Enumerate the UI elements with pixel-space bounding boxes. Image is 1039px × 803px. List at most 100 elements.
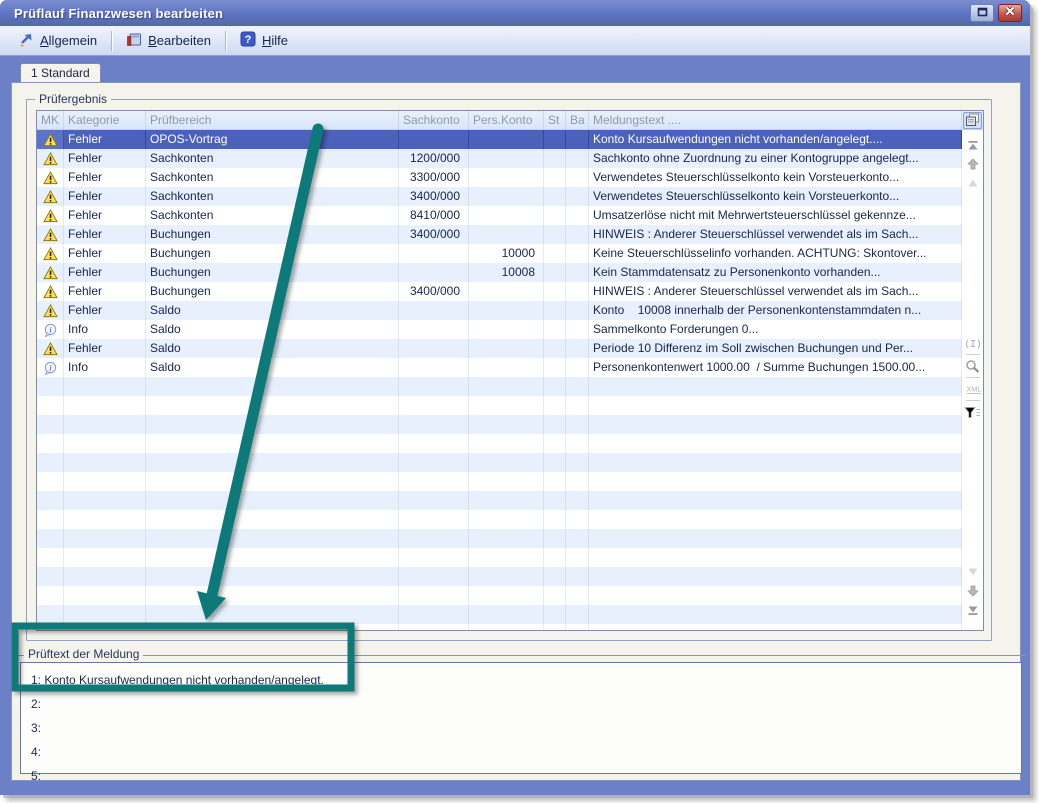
warning-icon [37, 282, 64, 301]
move-down-icon[interactable] [964, 583, 982, 599]
cell [544, 453, 566, 472]
cell [544, 472, 566, 491]
toolbar-button-bearbeiten[interactable]: Bearbeiten [118, 28, 219, 53]
toolbar-button-allgemein[interactable]: Allgemein [10, 28, 105, 53]
cell [544, 339, 566, 358]
cell [589, 491, 962, 510]
brackets-icon[interactable]: (I) [964, 335, 982, 351]
cell [146, 415, 399, 434]
table-row[interactable]: FehlerSachkonten1200/000Sachkonto ohne Z… [37, 149, 962, 168]
copy-icon[interactable] [963, 112, 982, 129]
cell [566, 567, 589, 586]
cell [544, 225, 566, 244]
arrow-up-right-icon [18, 31, 34, 50]
column-header-0[interactable]: MK [37, 111, 64, 129]
cell: Fehler [64, 225, 146, 244]
cell: Sachkonten [146, 187, 399, 206]
table-row[interactable]: FehlerBuchungen3400/000HINWEIS : Anderer… [37, 282, 962, 301]
table-row-empty[interactable] [37, 472, 962, 491]
toolbar-button-hilfe[interactable]: ?Hilfe [232, 28, 296, 53]
column-header-6[interactable]: Ba [566, 111, 589, 129]
cell [589, 567, 962, 586]
cell [566, 263, 589, 282]
table-row[interactable]: FehlerSachkonten8410/000Umsatzerlöse nic… [37, 206, 962, 225]
column-header-5[interactable]: St [544, 111, 566, 129]
table-row[interactable]: FehlerBuchungen10000Keine Steuerschlüsse… [37, 244, 962, 263]
cell: Sachkonten [146, 149, 399, 168]
magnifier-icon[interactable] [964, 358, 982, 374]
table-row-empty[interactable] [37, 434, 962, 453]
table-row-empty[interactable] [37, 548, 962, 567]
cell [37, 472, 64, 491]
table-row[interactable]: FehlerBuchungen3400/000HINWEIS : Anderer… [37, 225, 962, 244]
cell [566, 149, 589, 168]
table-row-empty[interactable] [37, 529, 962, 548]
xml-icon[interactable]: XML [964, 381, 982, 397]
move-down-faint-icon[interactable] [964, 564, 982, 580]
cell: Fehler [64, 282, 146, 301]
table-row[interactable]: iInfoSaldoSammelkonto Forderungen 0... [37, 320, 962, 339]
cell [399, 301, 469, 320]
message-text-panel[interactable]: 1: Konto Kursaufwendungen nicht vorhande… [20, 662, 1022, 774]
table-row[interactable]: FehlerOPOS-VortragKonto Kursaufwendungen… [37, 130, 962, 149]
message-line: 5: [31, 764, 1021, 788]
restore-button[interactable] [970, 4, 994, 22]
cell [544, 263, 566, 282]
cell: Saldo [146, 339, 399, 358]
cell: Saldo [146, 320, 399, 339]
scroll-top-icon[interactable] [964, 137, 982, 153]
cell [399, 605, 469, 624]
cell [469, 206, 544, 225]
table-row-empty[interactable] [37, 453, 962, 472]
filter-icon[interactable] [964, 404, 982, 420]
column-header-1[interactable]: Kategorie [64, 111, 146, 129]
table-row-empty[interactable] [37, 377, 962, 396]
cell [566, 320, 589, 339]
table-row-empty[interactable] [37, 605, 962, 624]
table-row[interactable]: FehlerBuchungen10008Kein Stammdatensatz … [37, 263, 962, 282]
table-row[interactable]: FehlerSaldoPeriode 10 Differenz im Soll … [37, 339, 962, 358]
cell: Personenkontenwert 1000.00 / Summe Buchu… [589, 358, 962, 377]
column-header-3[interactable]: Sachkonto [399, 111, 469, 129]
cell [544, 567, 566, 586]
result-table: MKKategoriePrüfbereichSachkontoPers.Kont… [36, 110, 984, 631]
table-row-empty[interactable] [37, 415, 962, 434]
tab-standard[interactable]: 1 Standard [20, 63, 101, 83]
move-up-faint-icon[interactable] [964, 175, 982, 191]
table-row[interactable]: FehlerSaldoKonto 10008 innerhalb der Per… [37, 301, 962, 320]
table-row[interactable]: FehlerSachkonten3400/000Verwendetes Steu… [37, 187, 962, 206]
cell [146, 548, 399, 567]
close-button[interactable] [998, 4, 1022, 22]
column-header-4[interactable]: Pers.Konto [469, 111, 544, 129]
table-row-empty[interactable] [37, 586, 962, 605]
cell [469, 130, 544, 149]
groupbox-topline [16, 655, 1026, 656]
message-line: 4: [31, 740, 1021, 764]
table-row-empty[interactable] [37, 624, 962, 630]
move-up-icon[interactable] [964, 156, 982, 172]
cell: Info [64, 358, 146, 377]
table-row-empty[interactable] [37, 567, 962, 586]
table-row[interactable]: FehlerSachkonten3300/000Verwendetes Steu… [37, 168, 962, 187]
table-row-empty[interactable] [37, 396, 962, 415]
scroll-bottom-icon[interactable] [964, 602, 982, 618]
column-header-7[interactable]: Meldungstext .... [589, 111, 962, 129]
cell [37, 567, 64, 586]
cell [399, 510, 469, 529]
table-row-empty[interactable] [37, 510, 962, 529]
cell [469, 415, 544, 434]
cell: OPOS-Vortrag [146, 130, 399, 149]
strip-divider [966, 354, 980, 355]
column-header-2[interactable]: Prüfbereich [146, 111, 399, 129]
cell [399, 586, 469, 605]
table-row[interactable]: iInfoSaldoPersonenkontenwert 1000.00 / S… [37, 358, 962, 377]
toolbar-button-label: Hilfe [262, 33, 288, 48]
cell [399, 529, 469, 548]
table-row-empty[interactable] [37, 491, 962, 510]
cell [399, 548, 469, 567]
cell [566, 434, 589, 453]
message-group-label: Prüftext der Meldung [24, 647, 143, 661]
info-icon: i [37, 358, 64, 377]
svg-text:XML: XML [966, 384, 981, 393]
close-icon [1004, 4, 1016, 22]
